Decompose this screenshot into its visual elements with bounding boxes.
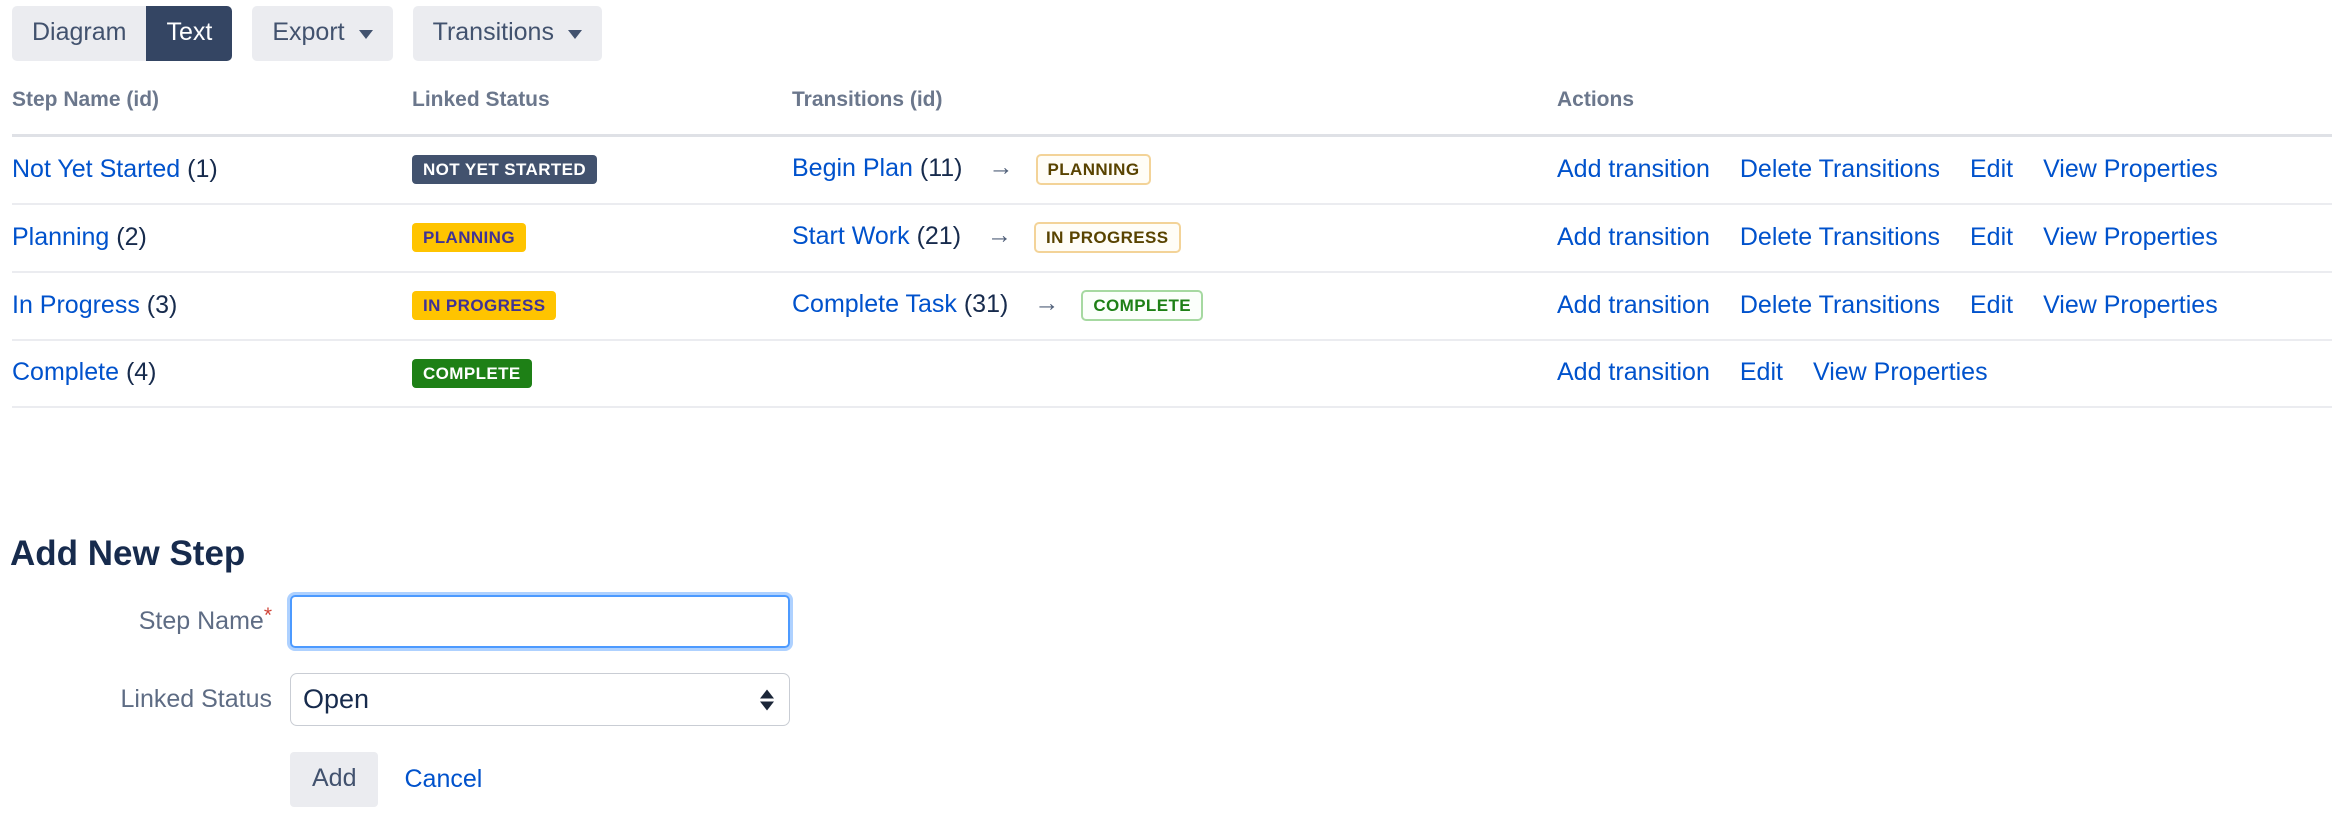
col-header-transitions: Transitions (id) bbox=[792, 88, 1557, 137]
cell-step-name: In Progress (3) bbox=[12, 272, 412, 341]
action-add-transition-link[interactable]: Add transition bbox=[1557, 155, 1710, 184]
cell-step-name: Complete (4) bbox=[12, 340, 412, 408]
table-row: Complete (4) COMPLETE Add transition Edit Vi… bbox=[12, 340, 2332, 408]
table-header-row: Step Name (id) Linked Status Transitions… bbox=[12, 88, 2332, 137]
arrow-right-icon: → bbox=[987, 221, 1013, 249]
step-id: (4) bbox=[125, 358, 157, 387]
export-dropdown-button[interactable]: Export bbox=[252, 6, 393, 61]
arrow-right-icon: → bbox=[988, 153, 1014, 181]
action-link-list: Add transition Edit View Properties bbox=[1557, 358, 2332, 387]
cell-transitions: Start Work (21) → IN PROGRESS bbox=[792, 204, 1557, 273]
view-tab-group: Diagram Text bbox=[12, 6, 233, 61]
action-edit-link[interactable]: Edit bbox=[1740, 358, 1783, 387]
step-name-label: Step Name* bbox=[0, 604, 290, 636]
tab-diagram[interactable]: Diagram bbox=[12, 6, 147, 61]
step-name-link[interactable]: Complete bbox=[12, 358, 119, 386]
action-add-transition-link[interactable]: Add transition bbox=[1557, 291, 1710, 320]
transition-id: (21) bbox=[916, 222, 962, 251]
status-badge: PLANNING bbox=[412, 223, 526, 253]
table-head: Step Name (id) Linked Status Transitions… bbox=[12, 88, 2332, 137]
add-button[interactable]: Add bbox=[290, 752, 379, 807]
transition-link[interactable]: Start Work bbox=[792, 222, 910, 250]
cell-actions: Add transition Delete Transitions Edit View… bbox=[1557, 204, 2332, 273]
chevron-down-icon bbox=[567, 30, 582, 39]
table-row: Not Yet Started (1) NOT YET STARTED Begin … bbox=[12, 135, 2332, 205]
workflow-steps-page: Diagram Text Export Transitions Step Nam… bbox=[0, 0, 2348, 826]
export-label: Export bbox=[272, 18, 345, 46]
transition-target-badge: PLANNING bbox=[1035, 154, 1152, 185]
step-id: (1) bbox=[187, 155, 218, 183]
add-new-step-heading: Add New Step bbox=[10, 534, 246, 573]
transition-target-badge: COMPLETE bbox=[1081, 290, 1203, 321]
table-row: Planning (2) PLANNING Start Work (21) → IN P… bbox=[12, 204, 2332, 273]
step-id: (3) bbox=[146, 291, 178, 319]
step-name-link[interactable]: Planning bbox=[12, 223, 109, 251]
status-badge: NOT YET STARTED bbox=[412, 155, 598, 185]
action-edit-link[interactable]: Edit bbox=[1970, 155, 2013, 184]
action-edit-link[interactable]: Edit bbox=[1970, 291, 2013, 320]
action-delete-transitions-link[interactable]: Delete Transitions bbox=[1740, 155, 1940, 184]
transition-link[interactable]: Begin Plan bbox=[792, 154, 913, 182]
transition-id: (31) bbox=[963, 290, 1009, 319]
action-view-properties-link[interactable]: View Properties bbox=[1813, 358, 1988, 387]
linked-status-form-row: Linked Status Open bbox=[0, 673, 790, 726]
action-add-transition-link[interactable]: Add transition bbox=[1557, 358, 1710, 387]
linked-status-label: Linked Status bbox=[120, 685, 273, 713]
cell-transitions: Complete Task (31) → COMPLETE bbox=[792, 272, 1557, 341]
transition-link[interactable]: Complete Task bbox=[792, 290, 957, 318]
step-id: (2) bbox=[116, 223, 147, 251]
cell-transitions bbox=[792, 340, 1557, 408]
status-badge: IN PROGRESS bbox=[412, 291, 557, 321]
step-name-input[interactable] bbox=[287, 592, 793, 651]
action-add-transition-link[interactable]: Add transition bbox=[1557, 223, 1710, 252]
workflow-steps-table: Step Name (id) Linked Status Transitions… bbox=[12, 88, 2332, 408]
linked-status-select[interactable]: Open bbox=[290, 673, 790, 726]
table-row: In Progress (3) IN PROGRESS Complete Task … bbox=[12, 272, 2332, 341]
chevron-down-icon bbox=[358, 30, 373, 39]
action-view-properties-link[interactable]: View Properties bbox=[2043, 155, 2218, 184]
col-header-step-name: Step Name (id) bbox=[12, 88, 412, 137]
step-name-label-text: Step Name bbox=[138, 607, 264, 635]
cell-linked-status: NOT YET STARTED bbox=[412, 135, 792, 205]
cell-actions: Add transition Edit View Properties bbox=[1557, 340, 2332, 408]
status-badge: COMPLETE bbox=[412, 358, 532, 388]
toolbar: Diagram Text Export Transitions bbox=[12, 6, 602, 61]
step-name-link[interactable]: Not Yet Started bbox=[12, 155, 180, 183]
cell-step-name: Planning (2) bbox=[12, 204, 412, 273]
action-link-list: Add transition Delete Transitions Edit View… bbox=[1557, 155, 2332, 184]
step-name-link[interactable]: In Progress bbox=[12, 291, 140, 319]
transition-id: (11) bbox=[919, 154, 963, 183]
col-header-actions: Actions bbox=[1557, 88, 2332, 137]
action-view-properties-link[interactable]: View Properties bbox=[2043, 291, 2218, 320]
cancel-link[interactable]: Cancel bbox=[404, 765, 482, 794]
form-actions-row: Add Cancel bbox=[0, 752, 482, 807]
action-link-list: Add transition Delete Transitions Edit View… bbox=[1557, 291, 2332, 320]
transition-target-badge: IN PROGRESS bbox=[1034, 222, 1181, 253]
cell-transitions: Begin Plan (11) → PLANNING bbox=[792, 135, 1557, 205]
cell-linked-status: PLANNING bbox=[412, 204, 792, 273]
transitions-label: Transitions bbox=[432, 18, 554, 46]
table-body: Not Yet Started (1) NOT YET STARTED Begin … bbox=[12, 135, 2332, 408]
linked-status-select-wrapper: Open bbox=[290, 673, 790, 726]
action-delete-transitions-link[interactable]: Delete Transitions bbox=[1740, 223, 1940, 252]
cell-actions: Add transition Delete Transitions Edit View… bbox=[1557, 135, 2332, 205]
transitions-dropdown-button[interactable]: Transitions bbox=[412, 6, 602, 61]
action-delete-transitions-link[interactable]: Delete Transitions bbox=[1740, 291, 1940, 320]
action-view-properties-link[interactable]: View Properties bbox=[2043, 223, 2218, 252]
cell-linked-status: COMPLETE bbox=[412, 340, 792, 408]
required-asterisk: * bbox=[263, 604, 272, 627]
arrow-right-icon: → bbox=[1034, 289, 1060, 317]
tab-text[interactable]: Text bbox=[146, 6, 233, 61]
cell-linked-status: IN PROGRESS bbox=[412, 272, 792, 341]
action-link-list: Add transition Delete Transitions Edit View… bbox=[1557, 223, 2332, 252]
cell-step-name: Not Yet Started (1) bbox=[12, 135, 412, 205]
cell-actions: Add transition Delete Transitions Edit View… bbox=[1557, 272, 2332, 341]
step-name-form-row: Step Name* bbox=[0, 592, 793, 651]
col-header-linked-status: Linked Status bbox=[412, 88, 792, 137]
action-edit-link[interactable]: Edit bbox=[1970, 223, 2013, 252]
